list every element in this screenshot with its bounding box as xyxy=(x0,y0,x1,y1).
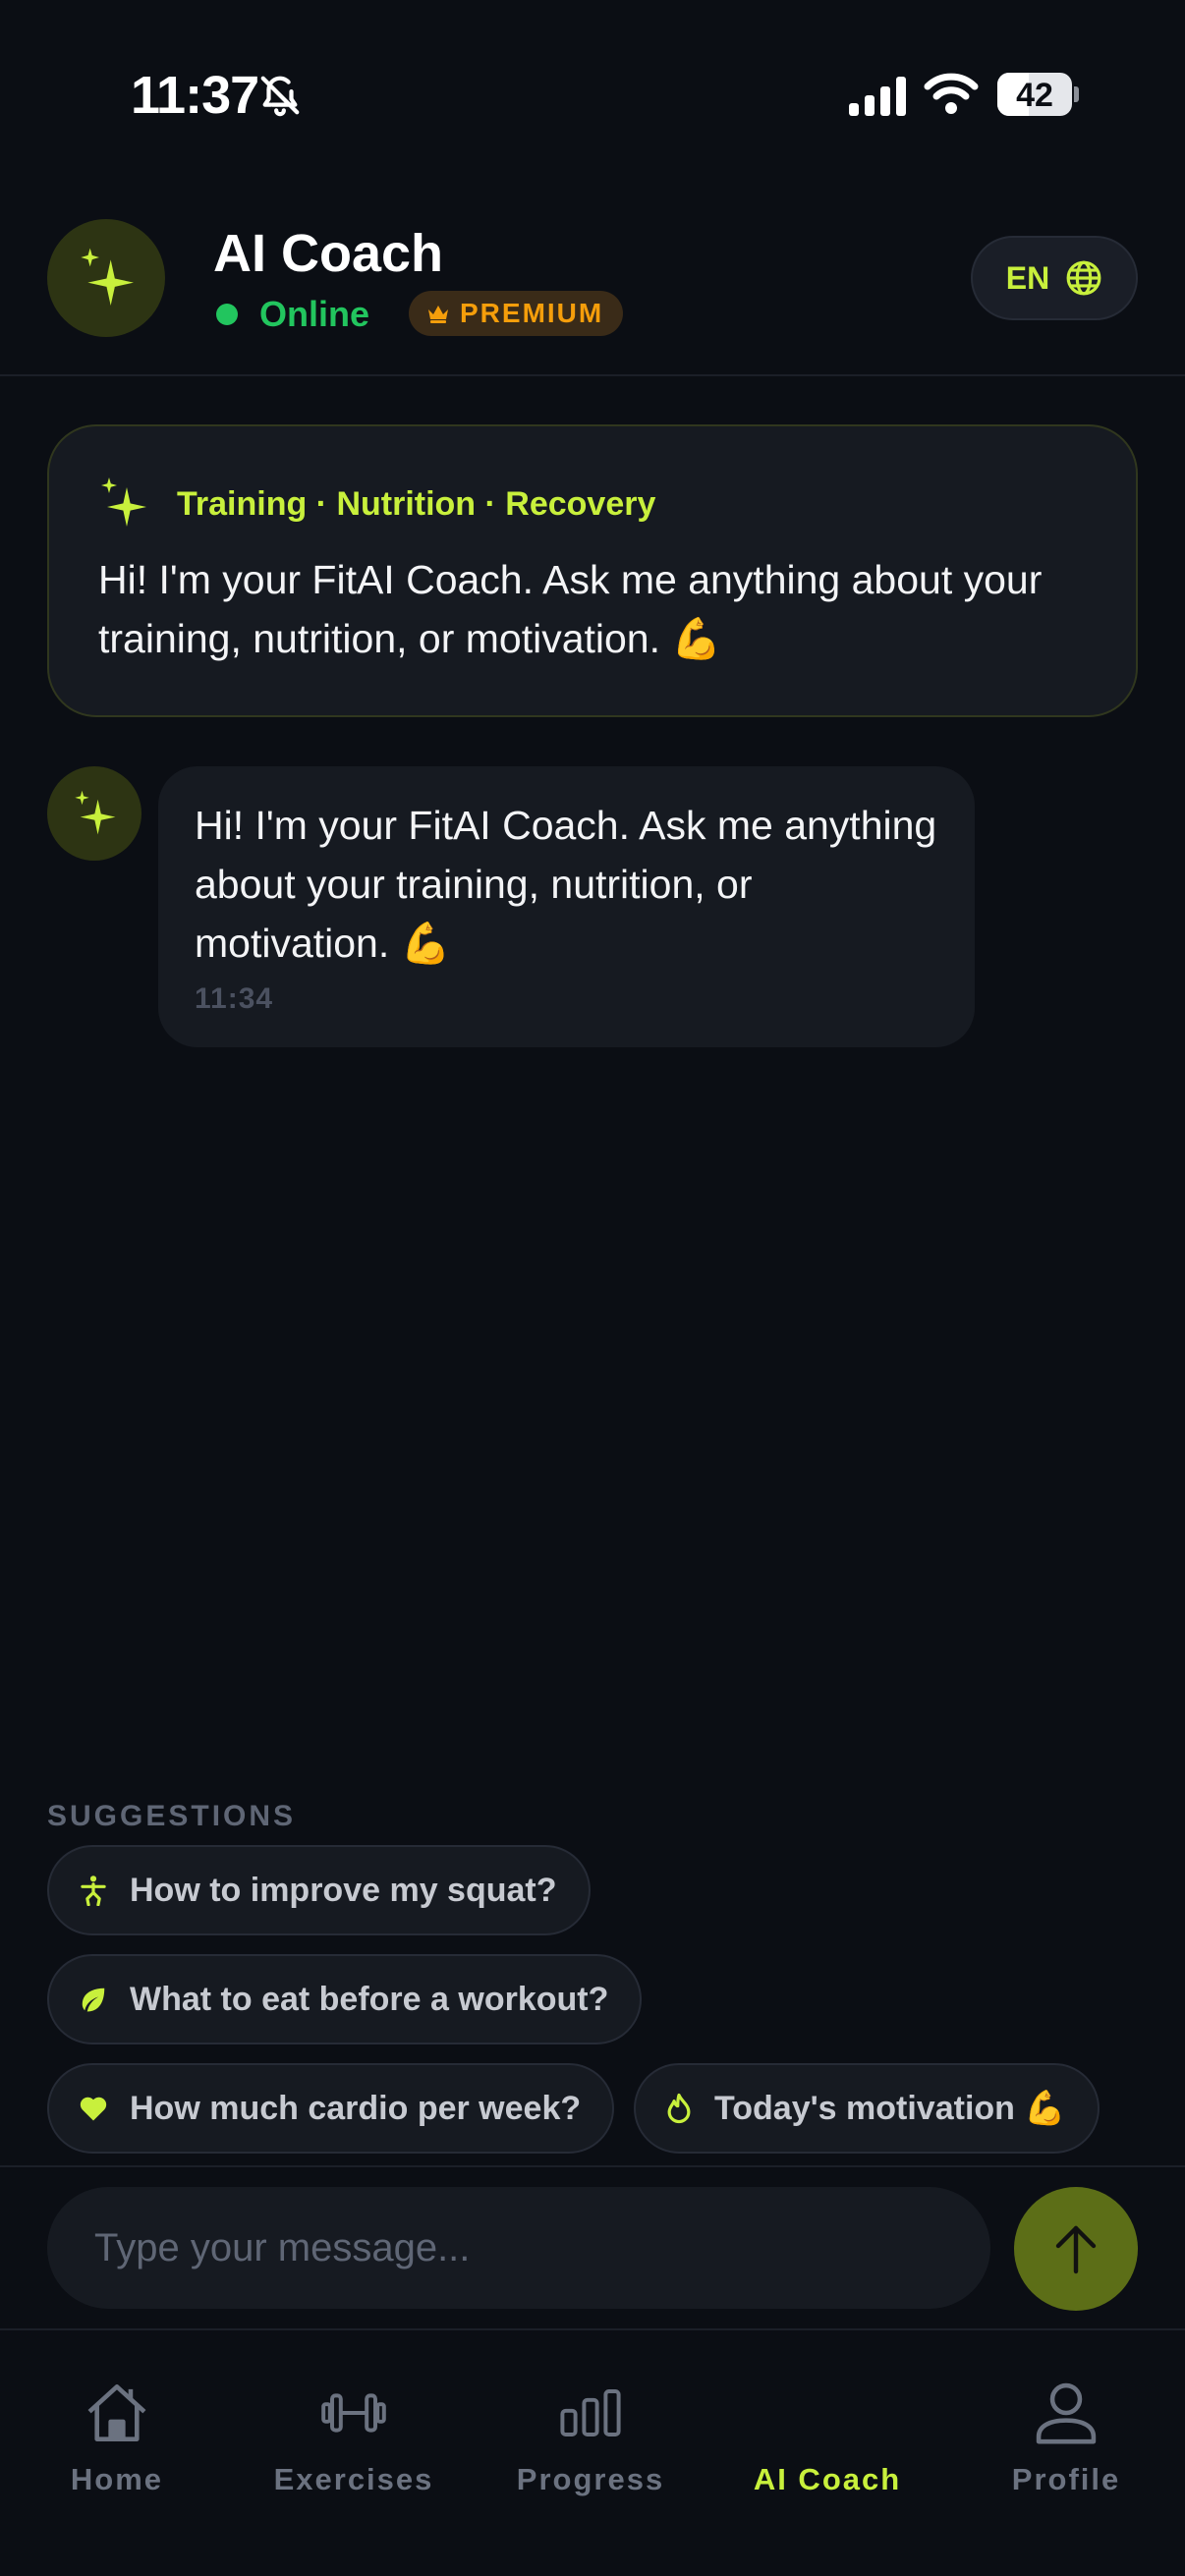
coach-avatar xyxy=(47,219,165,337)
suggestion-chip-pre-workout-food[interactable]: What to eat before a workout? xyxy=(47,1954,643,2044)
nav-label: Exercises xyxy=(273,2462,434,2496)
nav-item-profile[interactable]: Profile xyxy=(953,2378,1179,2505)
battery-level-text: 42 xyxy=(1016,77,1053,114)
suggestion-label: Today's motivation 💪 xyxy=(714,2090,1066,2127)
bell-muted-icon xyxy=(257,73,303,118)
intro-card: Training · Nutrition · Recovery Hi! I'm … xyxy=(47,424,1138,717)
nav-label: AI Coach xyxy=(753,2462,902,2496)
bottom-nav: Home Exercises Progress AI Coach Profile xyxy=(0,2332,1185,2576)
globe-icon xyxy=(1065,259,1102,297)
coach-message-bubble: Hi! I'm your FitAI Coach. Ask me anythin… xyxy=(158,766,975,1047)
nav-item-home[interactable]: Home xyxy=(4,2378,230,2505)
suggestion-label: How much cardio per week? xyxy=(130,2089,582,2127)
online-status: Online xyxy=(259,294,370,334)
message-text: Hi! I'm your FitAI Coach. Ask me anythin… xyxy=(195,803,937,966)
chat-header: AI Coach Online PREMIUM EN xyxy=(0,201,1185,376)
status-time: 11:37 xyxy=(131,66,259,125)
battery-icon: 42 xyxy=(997,73,1079,116)
person-icon xyxy=(1034,2378,1099,2448)
online-dot-icon xyxy=(216,304,238,325)
suggestion-chip-cardio[interactable]: How much cardio per week? xyxy=(47,2063,615,2154)
leaf-icon xyxy=(79,1985,108,2014)
flame-icon xyxy=(665,2093,693,2124)
sparkle-icon xyxy=(79,246,134,310)
coach-message-avatar xyxy=(47,766,141,861)
nav-label: Home xyxy=(70,2462,164,2496)
crown-icon xyxy=(426,304,450,323)
wifi-icon xyxy=(924,73,979,114)
premium-badge: PREMIUM xyxy=(409,291,624,336)
language-button[interactable]: EN xyxy=(971,236,1138,320)
suggestion-chip-squat[interactable]: How to improve my squat? xyxy=(47,1845,591,1935)
language-label: EN xyxy=(1005,259,1050,296)
arrow-up-icon xyxy=(1052,2222,1100,2275)
suggestion-chip-motivation[interactable]: Today's motivation 💪 xyxy=(634,2063,1100,2154)
message-composer xyxy=(0,2165,1185,2330)
status-bar: 11:37 42 xyxy=(0,0,1185,187)
figure-icon xyxy=(79,1875,108,1906)
intro-card-topics: Training · Nutrition · Recovery xyxy=(177,485,656,523)
sparkle-icon xyxy=(98,476,147,531)
nav-item-exercises[interactable]: Exercises xyxy=(241,2378,467,2505)
page-title: AI Coach xyxy=(213,224,444,283)
suggestion-label: What to eat before a workout? xyxy=(130,1980,609,2018)
suggestion-label: How to improve my squat? xyxy=(130,1871,557,1909)
heart-icon xyxy=(79,2095,108,2122)
nav-item-ai-coach[interactable]: AI Coach xyxy=(714,2378,940,2505)
premium-badge-label: PREMIUM xyxy=(460,298,604,328)
nav-label: Progress xyxy=(516,2462,665,2496)
sparkle-icon xyxy=(73,789,116,838)
cellular-signal-icon xyxy=(849,77,906,116)
message-input[interactable] xyxy=(47,2187,990,2309)
suggestions-title: SUGGESTIONS xyxy=(47,1800,297,1832)
intro-card-text: Hi! I'm your FitAI Coach. Ask me anythin… xyxy=(98,557,1043,661)
bar-chart-icon xyxy=(558,2378,623,2448)
dumbbell-icon xyxy=(321,2378,386,2448)
nav-label: Profile xyxy=(1011,2462,1121,2496)
nav-item-progress[interactable]: Progress xyxy=(478,2378,704,2505)
home-icon xyxy=(85,2378,149,2448)
message-timestamp: 11:34 xyxy=(195,982,274,1015)
send-button[interactable] xyxy=(1014,2187,1138,2311)
